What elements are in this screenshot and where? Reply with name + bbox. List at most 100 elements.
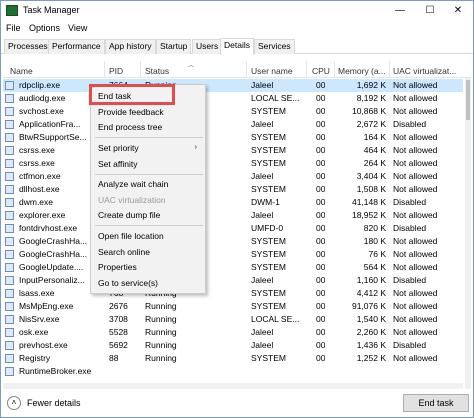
table-row[interactable]: csrss.exe SYSTEM 00 264 K Not allowed bbox=[3, 157, 463, 170]
process-icon bbox=[5, 302, 14, 311]
cell-memory: 2,672 K bbox=[356, 119, 386, 129]
column-memory[interactable]: Memory (a... bbox=[338, 66, 386, 76]
cell-status: Running bbox=[145, 301, 177, 311]
table-row[interactable]: InputPersonaliz... Jaleel 00 1,160 K Disable… bbox=[3, 274, 463, 287]
cell-memory: 1,252 K bbox=[356, 353, 386, 363]
table-row[interactable]: GoogleCrashHa... SYSTEM 00 180 K Not allowed bbox=[3, 235, 463, 248]
submenu-arrow-icon: › bbox=[194, 144, 197, 151]
table-row[interactable]: ctfmon.exe Jaleel 00 3,404 K Not allowed bbox=[3, 170, 463, 183]
cell-process-name: RuntimeBroker.exe bbox=[19, 366, 92, 376]
cell-memory: 76 K bbox=[368, 249, 387, 259]
cell-user-name: DWM-1 bbox=[251, 197, 280, 207]
tab-performance[interactable]: Performance bbox=[48, 39, 105, 54]
menu-go-to-services[interactable]: Go to service(s) bbox=[98, 278, 158, 288]
menu-separator bbox=[95, 137, 203, 138]
table-row[interactable]: csrss.exe SYSTEM 00 464 K Not allowed bbox=[3, 144, 463, 157]
column-divider[interactable] bbox=[246, 61, 247, 78]
tab-users[interactable]: Users bbox=[192, 39, 223, 54]
table-row[interactable]: Registry 88 Running SYSTEM 00 1,252 K Not allo… bbox=[3, 352, 463, 365]
tab-details[interactable]: Details bbox=[220, 38, 254, 55]
process-icon bbox=[5, 315, 14, 324]
tab-services[interactable]: Services bbox=[254, 39, 295, 54]
menu-create-dump-file[interactable]: Create dump file bbox=[98, 210, 160, 220]
column-divider[interactable] bbox=[140, 61, 141, 78]
close-button[interactable]: ✕ bbox=[443, 1, 473, 20]
column-divider[interactable] bbox=[104, 61, 105, 78]
table-row[interactable]: dwm.exe DWM-1 00 41,148 K Disabled bbox=[3, 196, 463, 209]
process-icon bbox=[5, 354, 14, 363]
cell-uac-virtualization: Not allowed bbox=[393, 301, 438, 311]
minimize-button[interactable]: — bbox=[385, 1, 415, 20]
menu-search-online[interactable]: Search online bbox=[98, 247, 150, 257]
footer: ˄ Fewer details End task bbox=[1, 391, 473, 417]
cell-user-name: SYSTEM bbox=[251, 145, 286, 155]
table-row[interactable]: dllhost.exe SYSTEM 00 1,508 K Not allowed bbox=[3, 183, 463, 196]
table-row[interactable]: RuntimeBroker.exe bbox=[3, 365, 463, 378]
cell-uac-virtualization: Not allowed bbox=[393, 353, 438, 363]
tab-processes[interactable]: Processes bbox=[4, 39, 52, 54]
vertical-scrollbar[interactable] bbox=[465, 78, 471, 389]
table-row[interactable]: GoogleCrashHa... SYSTEM 00 76 K Not allowed bbox=[3, 248, 463, 261]
column-name[interactable]: Name bbox=[10, 66, 33, 76]
menu-analyze-wait-chain[interactable]: Analyze wait chain bbox=[98, 179, 168, 189]
menu-properties[interactable]: Properties bbox=[98, 262, 137, 272]
menu-end-process-tree[interactable]: End process tree bbox=[98, 122, 162, 132]
cell-uac-virtualization: Not allowed bbox=[393, 210, 438, 220]
context-menu: End task Provide feedback End process tr… bbox=[90, 84, 206, 294]
title-bar[interactable]: Task Manager — ☐ ✕ bbox=[1, 1, 473, 20]
cell-user-name: Jaleel bbox=[251, 210, 274, 220]
cell-uac-virtualization: Not allowed bbox=[393, 236, 438, 246]
column-divider[interactable] bbox=[389, 61, 390, 78]
table-row[interactable]: prevhost.exe 5692 Running Jaleel 00 1,436 K Di… bbox=[3, 339, 463, 352]
cell-cpu: 00 bbox=[316, 275, 326, 285]
column-user-name[interactable]: User name bbox=[251, 66, 293, 76]
table-row[interactable]: fontdrvhost.exe UMFD-0 00 820 K Disabled bbox=[3, 222, 463, 235]
table-row[interactable]: BtwRSupportSe... SYSTEM 00 164 K Not allowed bbox=[3, 131, 463, 144]
cell-cpu: 00 bbox=[316, 249, 326, 259]
cell-cpu: 00 bbox=[316, 106, 326, 116]
column-cpu[interactable]: CPU bbox=[312, 66, 330, 76]
menu-view[interactable]: View bbox=[68, 23, 87, 33]
menu-provide-feedback[interactable]: Provide feedback bbox=[98, 107, 164, 117]
chevron-up-icon[interactable]: ˄ bbox=[7, 396, 21, 410]
table-row[interactable]: explorer.exe Jaleel 00 18,952 K Not allowed bbox=[3, 209, 463, 222]
table-row[interactable]: rdpclip.exe7664RunningJaleel001,692 KNot… bbox=[3, 79, 463, 92]
cell-user-name: Jaleel bbox=[251, 340, 274, 350]
scrollbar-thumb[interactable] bbox=[466, 80, 470, 120]
horizontal-scrollbar[interactable] bbox=[3, 383, 463, 389]
cell-process-name: Registry bbox=[19, 353, 51, 363]
column-pid[interactable]: PID bbox=[109, 66, 123, 76]
cell-user-name: SYSTEM bbox=[251, 184, 286, 194]
cell-cpu: 00 bbox=[316, 197, 326, 207]
end-task-button[interactable]: End task bbox=[403, 394, 469, 412]
cell-uac-virtualization: Not allowed bbox=[393, 184, 438, 194]
menu-open-file-location[interactable]: Open file location bbox=[98, 231, 164, 241]
table-row[interactable]: lsass.exe768RunningSYSTEM004,412 KNot al… bbox=[3, 287, 463, 300]
menu-file[interactable]: File bbox=[6, 23, 21, 33]
table-row[interactable]: GoogleUpdate.... SYSTEM 00 564 K Not allowed bbox=[3, 261, 463, 274]
table-row[interactable]: MsMpEng.exe 2676 Running SYSTEM 00 91,076 K No… bbox=[3, 300, 463, 313]
fewer-details-link[interactable]: Fewer details bbox=[27, 398, 81, 408]
table-row[interactable]: NisSrv.exe 3708 Running LOCAL SE... 00 1,540 … bbox=[3, 313, 463, 326]
table-row[interactable]: audiodg.exe LOCAL SE... 00 8,192 K Not allow… bbox=[3, 92, 463, 105]
table-row[interactable]: ApplicationFra... Jaleel 00 2,672 K Disabled bbox=[3, 118, 463, 131]
column-uac[interactable]: UAC virtualizat... bbox=[393, 66, 456, 76]
column-divider[interactable] bbox=[334, 61, 335, 78]
column-status[interactable]: Status bbox=[145, 66, 169, 76]
table-row[interactable]: svchost.exe SYSTEM 00 10,868 K Not allowed bbox=[3, 105, 463, 118]
process-icon bbox=[5, 211, 14, 220]
menu-options[interactable]: Options bbox=[29, 23, 60, 33]
tab-app-history[interactable]: App history bbox=[105, 39, 156, 54]
cell-memory: 164 K bbox=[363, 132, 386, 142]
menu-set-affinity[interactable]: Set affinity bbox=[98, 159, 138, 169]
cell-cpu: 00 bbox=[316, 353, 326, 363]
tab-startup[interactable]: Startup bbox=[156, 39, 192, 54]
cell-user-name: SYSTEM bbox=[251, 353, 286, 363]
column-divider[interactable] bbox=[306, 61, 307, 78]
cell-user-name: SYSTEM bbox=[251, 158, 286, 168]
table-row[interactable]: osk.exe 5528 Running Jaleel 00 2,260 K Not all… bbox=[3, 326, 463, 339]
cell-memory: 3,404 K bbox=[356, 171, 386, 181]
process-icon bbox=[5, 120, 14, 129]
menu-set-priority[interactable]: Set priority bbox=[98, 143, 139, 153]
maximize-button[interactable]: ☐ bbox=[415, 1, 445, 20]
